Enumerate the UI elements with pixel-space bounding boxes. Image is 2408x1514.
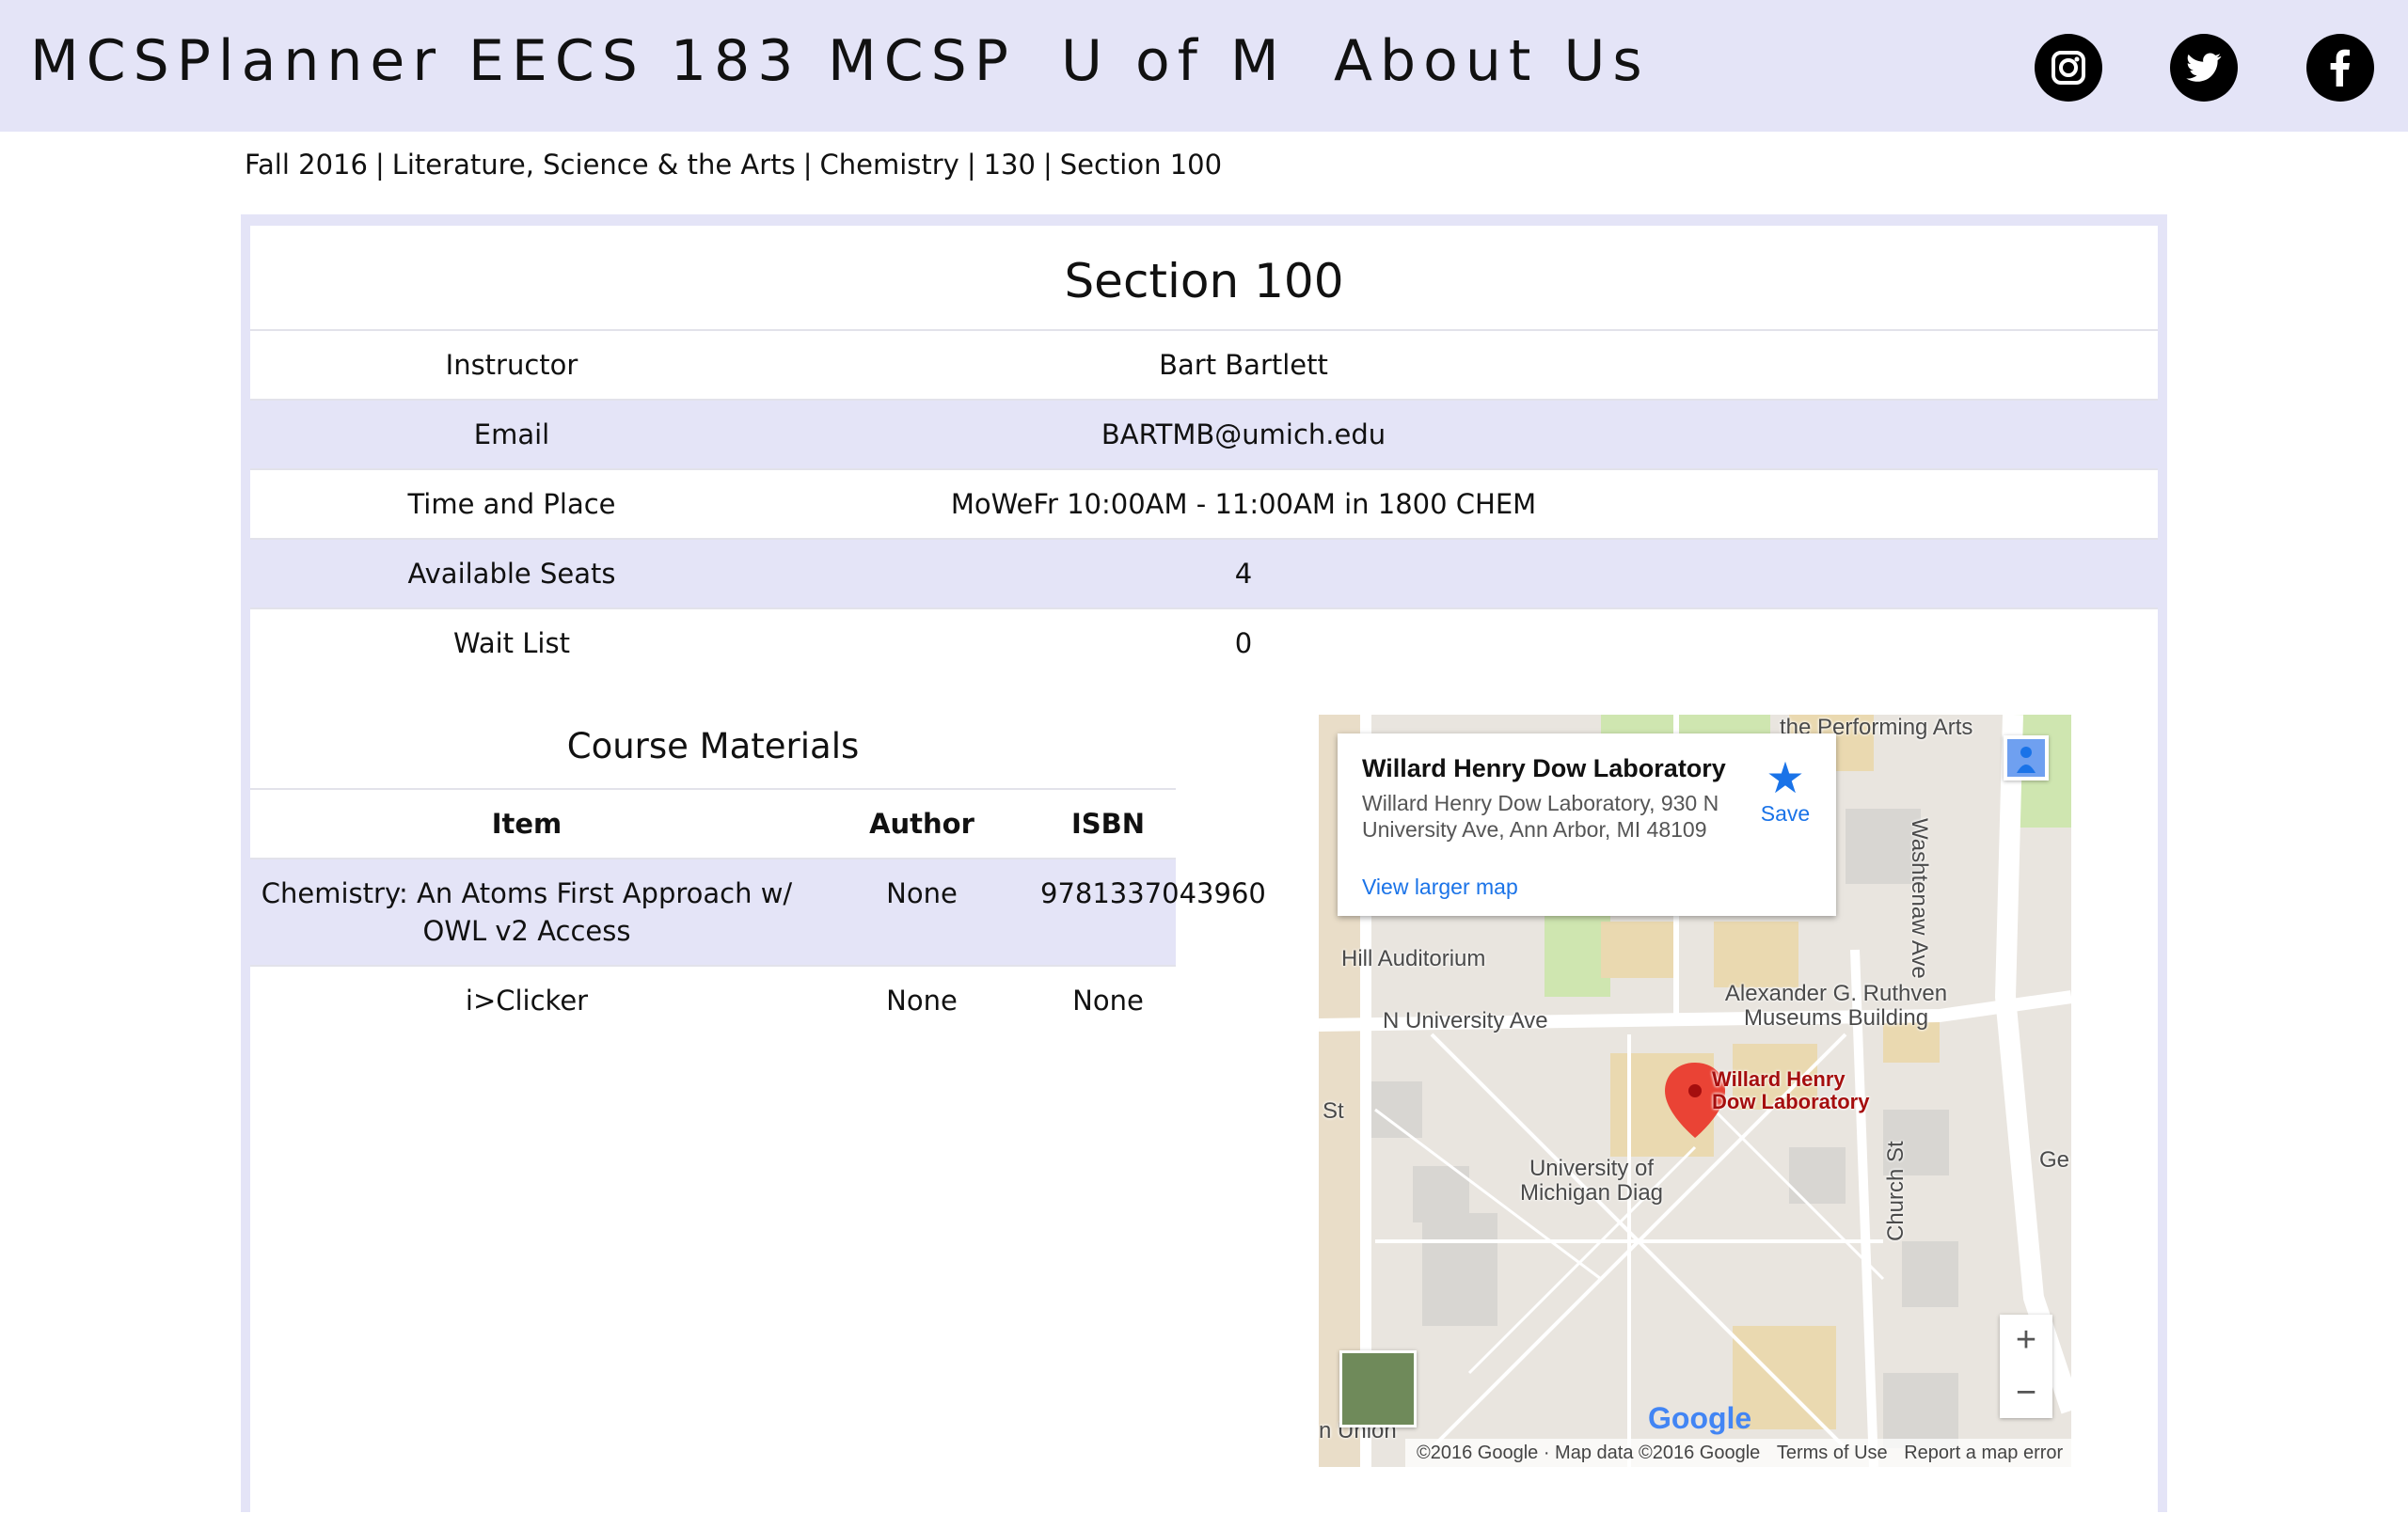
map-info-card: Willard Henry Dow Laboratory Willard Hen… — [1338, 733, 1836, 916]
breadcrumb-course[interactable]: 130 — [984, 149, 1036, 181]
zoom-in-button[interactable]: + — [2000, 1315, 2052, 1365]
material-isbn: 9781337043960 — [1040, 877, 1266, 909]
nav-link-mcsp[interactable]: MCSP — [828, 28, 1016, 94]
nav-link-eecs-183[interactable]: EECS 183 — [468, 28, 800, 94]
map-zoom-controls: + − — [2000, 1315, 2052, 1418]
section-title: Section 100 — [1064, 254, 1344, 308]
info-label: Wait List — [453, 627, 570, 659]
info-label: Instructor — [445, 349, 578, 381]
breadcrumb-separator: | — [1042, 149, 1053, 181]
map-label-ge: Ge — [2039, 1147, 2070, 1173]
map-footer: ©2016 Google · Map data ©2016 Google Ter… — [1405, 1439, 2071, 1467]
table-row: i>Clicker None None — [250, 967, 1176, 1034]
material-item-line: Chemistry: An Atoms First Approach w/ — [261, 877, 793, 909]
material-author: None — [886, 877, 958, 909]
info-row-instructor: Instructor Bart Bartlett — [250, 331, 2158, 401]
star-icon: ★ — [1766, 753, 1805, 802]
breadcrumb-school[interactable]: Literature, Science & the Arts — [392, 149, 796, 181]
map-label-diag: University of Michigan Diag — [1519, 1156, 1664, 1206]
material-isbn: None — [1072, 985, 1144, 1017]
nav-link-about-us[interactable]: About Us — [1334, 28, 1650, 94]
breadcrumb-separator: | — [966, 149, 976, 181]
map-marker-label: Willard Henry Dow Laboratory — [1712, 1067, 1870, 1113]
nav-link-mcsplanner[interactable]: MCSPlanner — [30, 28, 443, 94]
info-value: 4 — [1234, 558, 1253, 590]
column-header-isbn: ISBN — [1070, 808, 1146, 840]
breadcrumb-term[interactable]: Fall 2016 — [245, 149, 368, 181]
google-map-embed[interactable]: the Performing Arts Hill Auditorium Alex… — [1319, 715, 2071, 1467]
zoom-out-button[interactable]: − — [2000, 1367, 2052, 1418]
info-label: Available Seats — [407, 558, 616, 590]
map-label-washtenaw: Washtenaw Ave — [1907, 818, 1932, 979]
street-view-pegman-icon[interactable] — [2004, 735, 2049, 781]
facebook-icon[interactable] — [2306, 34, 2374, 102]
course-materials-title: Course Materials — [566, 726, 860, 766]
breadcrumb-subject[interactable]: Chemistry — [819, 149, 958, 181]
save-label: Save — [1760, 801, 1811, 826]
info-row-available-seats: Available Seats 4 — [250, 540, 2158, 609]
twitter-icon[interactable] — [2170, 34, 2238, 102]
top-navigation-bar: MCSPlanner EECS 183 MCSP U of M About Us — [0, 0, 2408, 132]
place-title: Willard Henry Dow Laboratory — [1362, 754, 1726, 782]
map-label-university-ave: N University Ave — [1383, 1008, 1548, 1033]
section-info-table: Instructor Bart Bartlett Email BARTMB@um… — [250, 329, 2158, 677]
info-label: Email — [473, 418, 550, 450]
instagram-icon[interactable] — [2035, 34, 2102, 102]
material-item-name: Chemistry: An Atoms First Approach w/ OW… — [250, 875, 803, 950]
material-item-line: OWL v2 Access — [422, 915, 631, 947]
info-label: Time and Place — [407, 488, 616, 520]
place-address: Willard Henry Dow Laboratory, 930 N Univ… — [1362, 791, 1719, 842]
info-row-time-place: Time and Place MoWeFr 10:00AM - 11:00AM … — [250, 470, 2158, 540]
save-place-button[interactable]: ★ Save — [1751, 754, 1819, 827]
column-header-author: Author — [869, 808, 974, 840]
column-header-item: Item — [491, 808, 562, 840]
material-item-name: i>Clicker — [465, 985, 589, 1017]
info-value: 0 — [1234, 627, 1253, 659]
info-row-wait-list: Wait List 0 — [250, 609, 2158, 677]
map-label-museum: Alexander G. Ruthven Museums Building — [1724, 981, 1948, 1031]
breadcrumb: Fall 2016 | Literature, Science & the Arts… — [245, 149, 1222, 181]
info-row-email: Email BARTMB@umich.edu — [250, 401, 2158, 470]
map-label-st: St — [1323, 1098, 1344, 1124]
map-copyright: ©2016 Google · Map data ©2016 Google — [1417, 1443, 1761, 1463]
material-author: None — [886, 985, 958, 1017]
report-map-error-link[interactable]: Report a map error — [1904, 1443, 2063, 1463]
info-value: Bart Bartlett — [1159, 349, 1328, 381]
table-row: Chemistry: An Atoms First Approach w/ OW… — [250, 860, 1266, 967]
breadcrumb-separator: | — [802, 149, 813, 181]
info-value: MoWeFr 10:00AM - 11:00AM in 1800 CHEM — [950, 488, 1537, 520]
satellite-view-toggle[interactable] — [1339, 1350, 1417, 1427]
view-larger-map-link[interactable]: View larger map — [1362, 875, 1518, 900]
map-label-church-st: Church St — [1883, 1141, 1909, 1241]
nav-link-u-of-m[interactable]: U of M — [1061, 28, 1287, 94]
info-value: BARTMB@umich.edu — [1101, 418, 1386, 450]
map-label-hill-auditorium: Hill Auditorium — [1341, 946, 1486, 971]
course-materials-table: Item Author ISBN Chemistry: An Atoms Fir… — [250, 788, 1266, 1034]
terms-of-use-link[interactable]: Terms of Use — [1777, 1443, 1888, 1463]
google-logo: Google — [1648, 1401, 1752, 1435]
breadcrumb-separator: | — [374, 149, 385, 181]
breadcrumb-section[interactable]: Section 100 — [1060, 149, 1222, 181]
table-header-row: Item Author ISBN — [250, 790, 1176, 860]
